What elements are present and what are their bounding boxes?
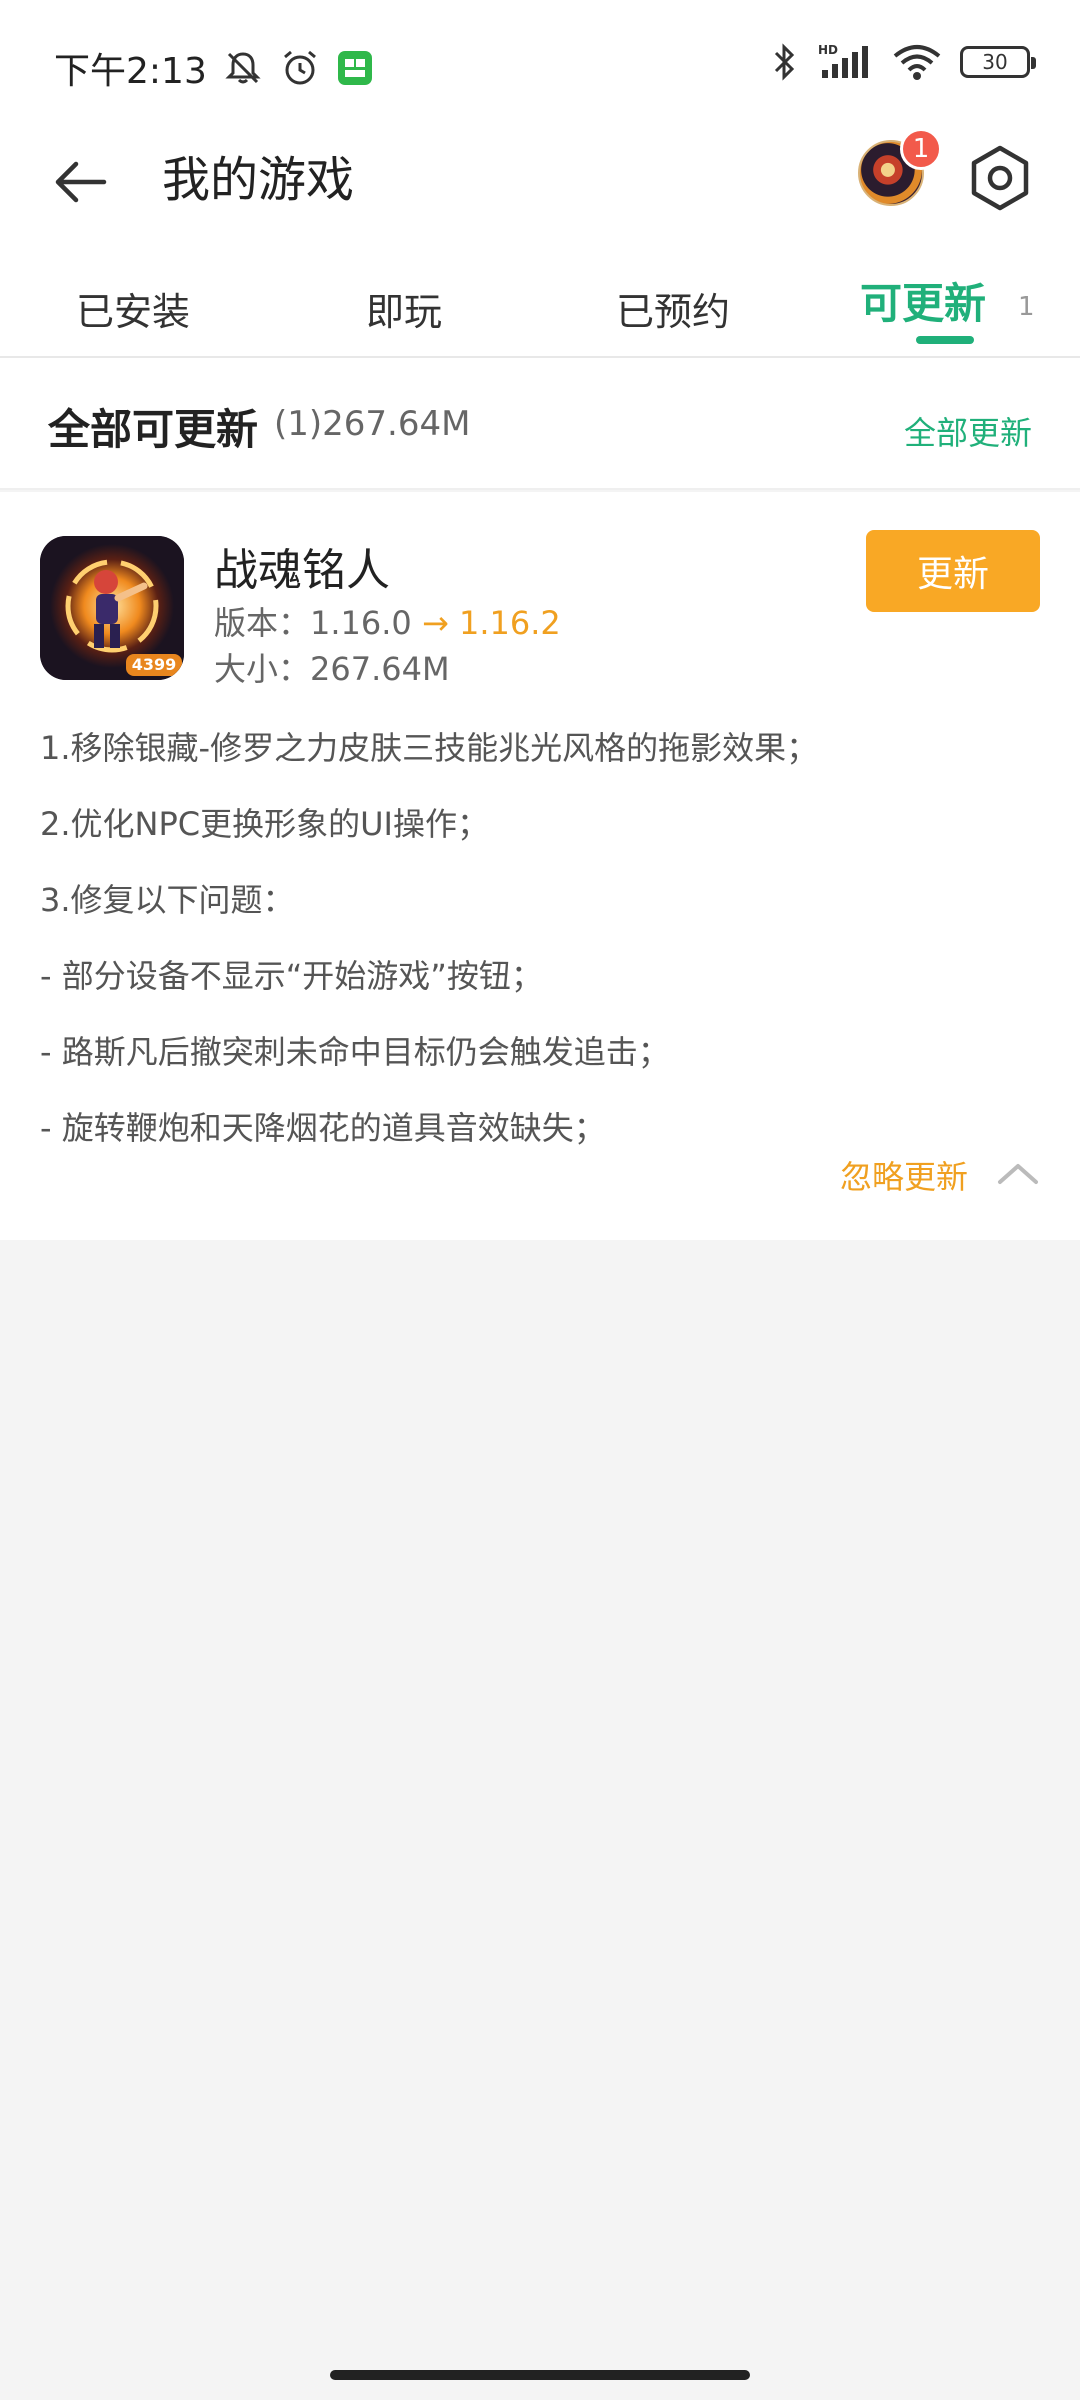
release-note: 3.修复以下问题： (40, 881, 295, 919)
alarm-icon (279, 47, 321, 89)
tab-installed[interactable]: 已安装 (76, 260, 190, 356)
game-update-card: 4399 战魂铭人 版本：1.16.0 → 1.16.2 大小：267.64M … (0, 492, 1080, 1240)
hd-signal-icon: HD (818, 42, 874, 82)
wifi-icon (892, 42, 942, 82)
game-name: 战魂铭人 (214, 545, 390, 596)
summary-meta: (1)267.64M (274, 404, 471, 444)
release-note: 2.优化NPC更换形象的UI操作； (40, 805, 489, 843)
active-tab-indicator (916, 336, 974, 344)
my-games-page: 下午2:13 HD 30 我的游戏 1 已安装 即玩 已预约 可更新 1 全部可… (0, 0, 1080, 2400)
update-summary: 全部可更新 (1)267.64M 全部更新 (0, 358, 1080, 490)
update-all-button[interactable]: 全部更新 (904, 408, 1032, 454)
notification-badge: 1 (900, 128, 942, 170)
header: 我的游戏 1 (0, 128, 1080, 260)
tab-updatable-count: 1 (1018, 292, 1035, 322)
app-notification-icon (337, 50, 373, 86)
game-icon-badge: 4399 (132, 655, 177, 674)
game-size: 大小：267.64M (214, 650, 450, 688)
summary-title: 全部可更新 (48, 405, 259, 454)
home-indicator[interactable] (330, 2370, 750, 2380)
new-version: 1.16.2 (458, 604, 561, 642)
bluetooth-icon (770, 42, 800, 82)
battery-indicator: 30 (960, 46, 1036, 78)
mute-bell-icon (223, 48, 263, 88)
back-arrow-icon (55, 161, 107, 203)
status-time: 下午2:13 (54, 51, 207, 92)
user-avatar-button[interactable]: 1 (858, 128, 942, 212)
ignore-update-row: 忽略更新 (840, 1152, 1040, 1198)
page-title: 我的游戏 (162, 152, 355, 208)
update-button[interactable]: 更新 (866, 530, 1040, 612)
release-note: - 路斯凡后撤突刺未命中目标仍会触发追击； (40, 1033, 670, 1071)
svg-text:HD: HD (818, 43, 838, 57)
release-note: - 部分设备不显示“开始游戏”按钮； (40, 957, 543, 995)
battery-level: 30 (982, 50, 1008, 74)
settings-hexagon-icon (971, 145, 1029, 211)
status-bar: 下午2:13 HD 30 (0, 0, 1080, 130)
ignore-update-button[interactable]: 忽略更新 (840, 1152, 968, 1198)
status-left: 下午2:13 (54, 42, 373, 94)
version-line: 版本：1.16.0 → 1.16.2 (214, 598, 561, 644)
tab-updatable[interactable]: 可更新 (860, 252, 986, 348)
tab-reserved[interactable]: 已预约 (616, 260, 730, 356)
game-icon[interactable]: 4399 (40, 536, 184, 680)
tab-bar: 已安装 即玩 已预约 可更新 1 (0, 260, 1080, 358)
current-version: 版本：1.16.0 (214, 604, 412, 642)
tab-instant-play[interactable]: 即玩 (366, 260, 442, 356)
release-notes: 1.移除银藏-修罗之力皮肤三技能兆光风格的拖影效果； 2.优化NPC更换形象的U… (40, 728, 1040, 1184)
version-arrow: → (421, 604, 449, 642)
settings-button[interactable] (960, 138, 1040, 218)
release-note: 1.移除银藏-修罗之力皮肤三技能兆光风格的拖影效果； (40, 729, 819, 767)
back-button[interactable] (40, 142, 120, 222)
collapse-chevron-icon[interactable] (996, 1158, 1040, 1192)
status-right: HD 30 (770, 42, 1036, 82)
